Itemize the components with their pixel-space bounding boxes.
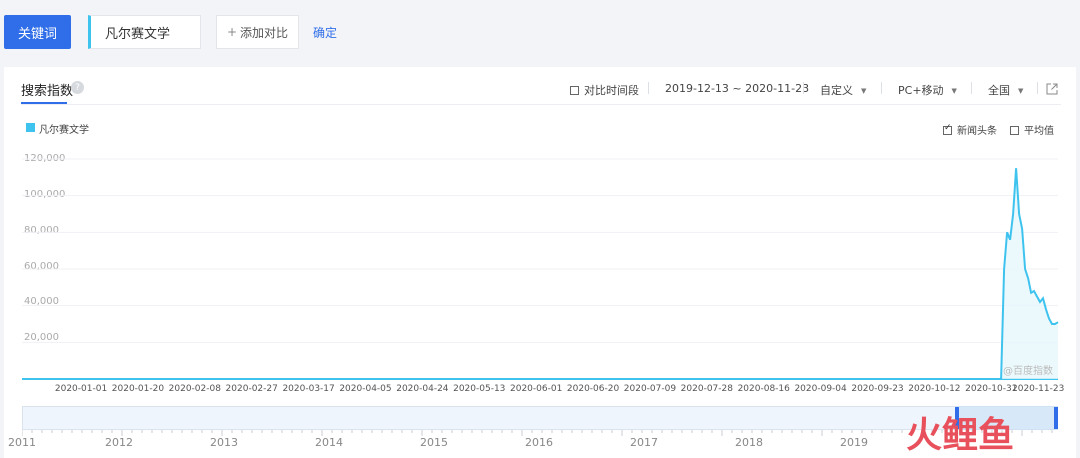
- timeline-year-label: 2018: [735, 436, 763, 449]
- x-tick-label: 2020-10-31: [965, 384, 1018, 394]
- x-tick-label: 2020-01-20: [111, 384, 165, 394]
- x-tick-label: 2020-09-23: [851, 384, 904, 394]
- brand-logo: 火鲤鱼: [906, 406, 1014, 458]
- x-tick-label: 2020-02-08: [168, 384, 221, 394]
- timeline-year-label: 2017: [630, 436, 658, 449]
- x-tick-label: 2020-07-09: [623, 384, 677, 394]
- x-tick-label: 2020-04-24: [396, 384, 449, 394]
- timeline-year-label: 2011: [8, 436, 36, 449]
- timeline-year-label: 2013: [210, 436, 238, 449]
- x-tick-label: 2020-04-05: [339, 384, 392, 394]
- x-tick-label: 2020-08-16: [737, 384, 790, 394]
- timeline-year-label: 2012: [105, 436, 133, 449]
- watermark: @百度指数: [1003, 366, 1053, 377]
- x-tick-label: 2020-06-20: [566, 384, 620, 394]
- x-tick-label: 2020-09-04: [794, 384, 847, 394]
- x-tick-label: 2020-01-01: [54, 384, 108, 394]
- x-tick-label: 2020-02-27: [225, 384, 278, 394]
- logo-char-carp: 鲤: [942, 415, 979, 456]
- x-tick-label: 2020-05-13: [453, 384, 506, 394]
- x-tick-label: 2020-06-01: [510, 384, 563, 394]
- time-range-selector[interactable]: [22, 406, 1058, 430]
- x-tick-label: 2020-03-17: [282, 384, 335, 394]
- timeline-year-label: 2019: [840, 436, 868, 449]
- x-tick-label: 2020-10-12: [908, 384, 961, 394]
- timeline-year-label: 2016: [525, 436, 553, 449]
- x-tick-label: 2020-07-28: [680, 384, 733, 394]
- timeline-year-label: 2014: [315, 436, 343, 449]
- timeline-year-label: 2015: [420, 436, 448, 449]
- range-handle-right[interactable]: [1054, 407, 1058, 429]
- search-index-chart[interactable]: [0, 0, 1080, 400]
- logo-char-fire: 火: [906, 415, 943, 456]
- logo-char-fish: 鱼: [978, 415, 1015, 456]
- x-tick-label: 2020-11-23: [1012, 384, 1065, 394]
- series-line[interactable]: [22, 168, 1059, 380]
- series-area: [22, 168, 1058, 379]
